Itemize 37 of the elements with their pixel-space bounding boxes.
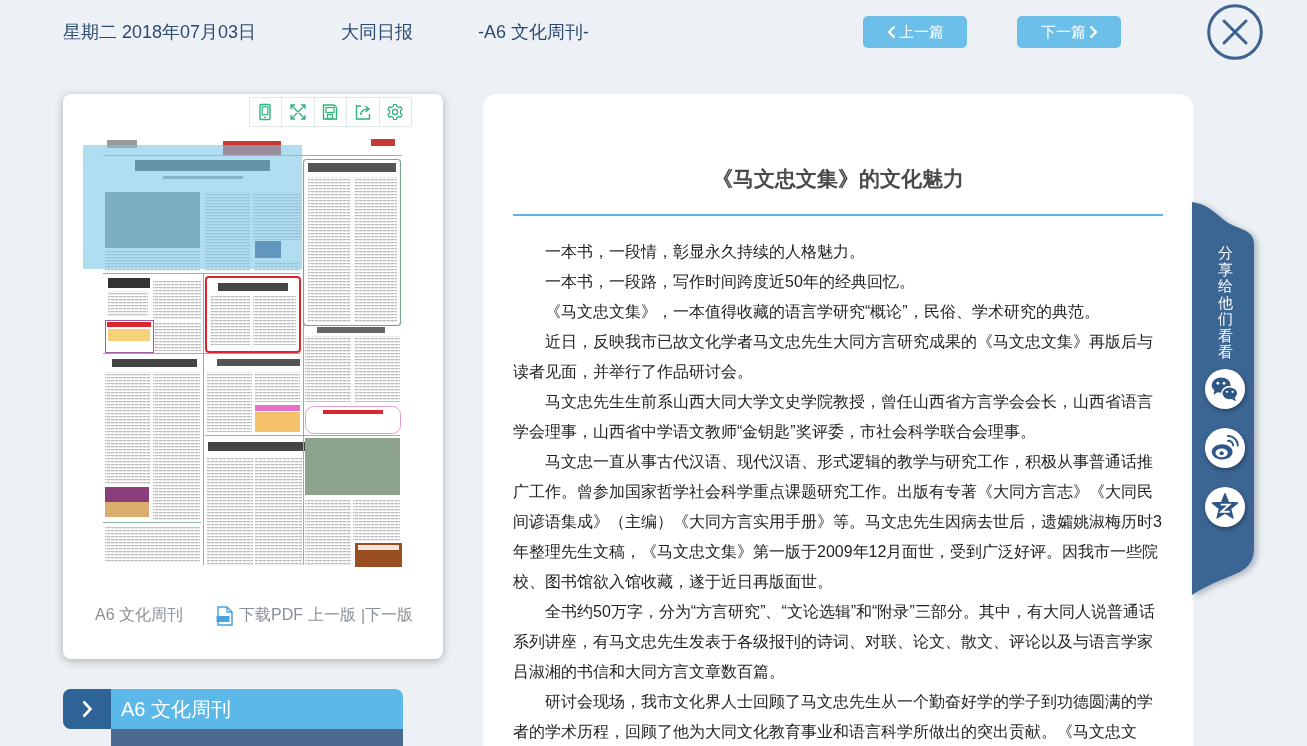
article-paragraph: 全书约50万字，分为“方言研究”、“文论选辑”和“附录”三部分。其中，有大同人说普通话系列讲座，有马文忠先生发表于各级报刊的诗词、对联、论文、散文、评论以及与语言学家吕淑湘的书信和大同方言文章数百篇。 <box>513 602 1156 682</box>
previous-page-link[interactable]: 上一版 <box>308 605 356 626</box>
newspaper-name: 大同日报 <box>341 21 414 44</box>
separator-text: | <box>361 606 366 625</box>
article-paragraph: 一本书，一段情，彰显永久持续的人格魅力。 <box>544 242 866 262</box>
article-title: 《马文忠文集》的文化魅力 <box>711 166 965 192</box>
document-icon <box>216 605 234 626</box>
share-button[interactable] <box>346 97 380 127</box>
article-paragraph: 近日，反映我市已故文化学者马文忠先生大同方言研究成果的《马文忠文集》再版后与读者见面，并举行了作品研讨会。 <box>513 332 1154 382</box>
share-label: 分享给他们看看 <box>1217 245 1233 361</box>
next-article-button[interactable]: 下一篇 <box>1017 16 1121 48</box>
settings-button[interactable] <box>378 97 412 127</box>
article-highlight[interactable] <box>83 145 302 269</box>
chevron-right-icon <box>1088 25 1098 39</box>
single-page-button[interactable] <box>248 97 282 127</box>
article-paragraph: 一本书，一段路，写作时间跨度近50年的经典回忆。 <box>544 272 916 292</box>
settings-icon <box>386 103 405 121</box>
section-button[interactable]: A6 文化周刊 <box>63 689 403 729</box>
article-paragraph: 研讨会现场，我市文化界人士回顾了马文忠先生从一个勤奋好学的学子到功德圆满的学者的学术历程，回顾了他为大同文化教育事业和语言科学所做出的突出贡献。《马文忠文 <box>513 692 1154 742</box>
article-paragraph: 《马文忠文集》，一本值得收藏的语言学研究“概论”，民俗、学术研究的典范。 <box>544 302 1101 322</box>
save-button[interactable] <box>313 97 347 127</box>
next-page-link[interactable]: 下一版 <box>365 605 414 626</box>
issue-date: 星期二 2018年07月03日 <box>63 21 258 44</box>
chat-bubbles-icon[interactable] <box>1204 367 1246 410</box>
fullscreen-button[interactable] <box>281 97 315 127</box>
edition-label: A6 文化周刊 <box>95 605 183 625</box>
chevron-right-icon <box>81 699 93 719</box>
previous-article-button[interactable]: 上一篇 <box>863 16 967 48</box>
expand-arrows-icon <box>288 103 307 121</box>
edition-title: -A6 文化周刊- <box>478 21 590 44</box>
chevron-left-icon <box>886 25 896 39</box>
article-paragraph: 马文忠一直从事古代汉语、现代汉语、形式逻辑的教学与研究工作，积极从事普通话推广工作。曾参加国家哲学社会科学重点课题研究工作。出版有专著《大同方言志》《大同民间谚语集成》（主编）《大同方言实用手册》等。马文忠先生因病去世后，遗孀姚淑梅历时3年整理先生文稿，《马文忠文集》第一版于2009年12月面世，受到广泛好评。因我市一些院校、图书馆欲入馆收藏，遂于近日再版面世。 <box>513 452 1163 592</box>
download-pdf-link[interactable]: 下载PDF <box>216 605 303 626</box>
article-paragraph: 马文忠先生生前系山西大同大学文史学院教授，曾任山西省方言学会会长，山西省语言学会理事，山西省中学语文教师“金钥匙”奖评委，市社会科学联合会理事。 <box>513 392 1154 442</box>
eye-with-waves-icon[interactable] <box>1204 426 1246 469</box>
close-icon[interactable] <box>1207 4 1263 60</box>
share-icon <box>353 103 372 121</box>
